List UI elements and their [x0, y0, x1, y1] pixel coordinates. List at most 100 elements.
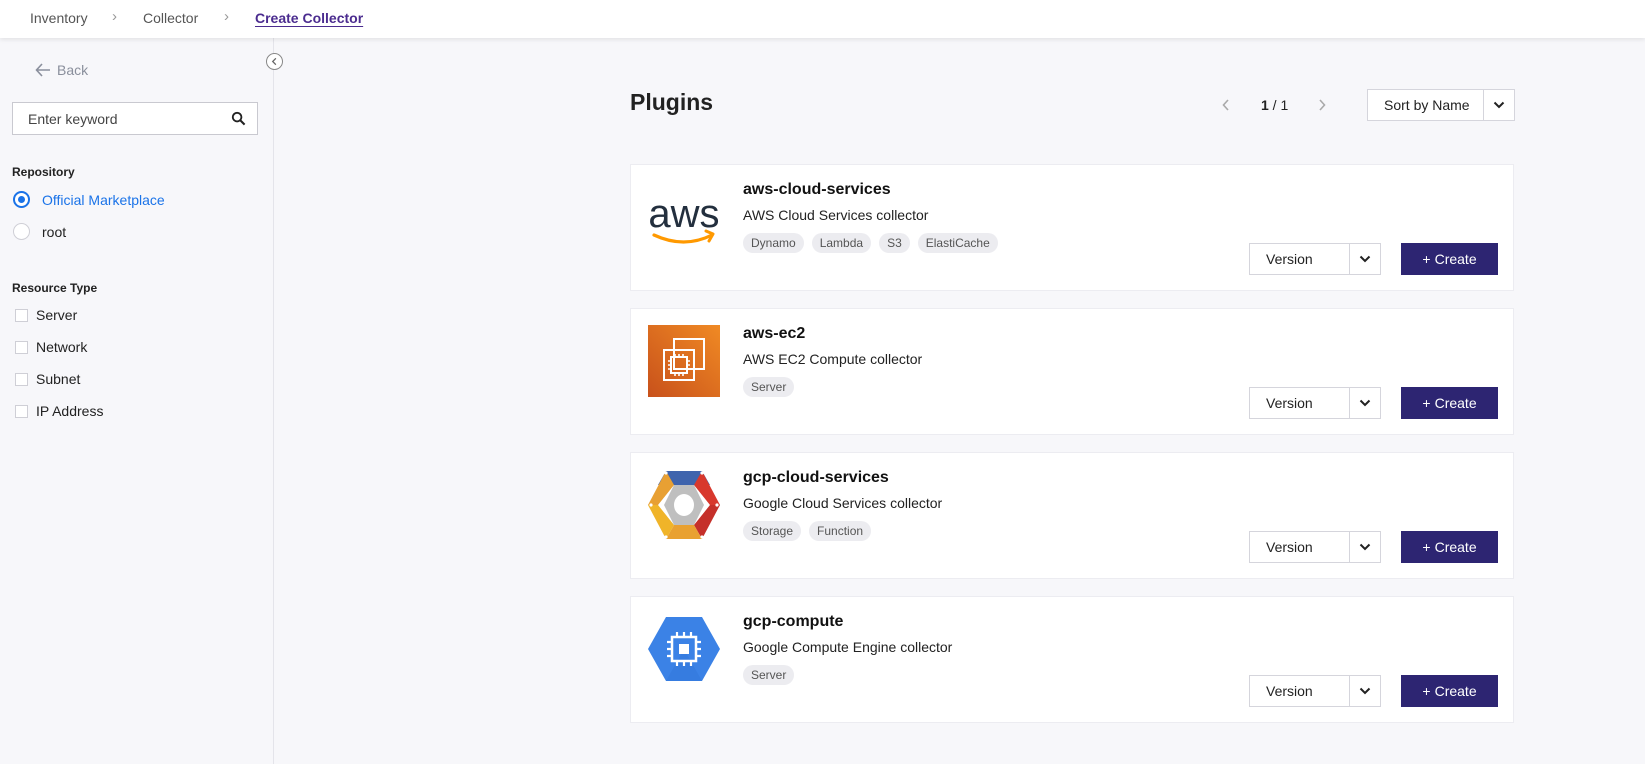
create-button[interactable]: + Create — [1401, 675, 1498, 707]
pager-separator: / — [1268, 97, 1281, 113]
plugin-tags: Dynamo Lambda S3 ElastiCache — [743, 233, 998, 253]
chevron-down-icon[interactable] — [1350, 244, 1380, 274]
chevron-down-icon[interactable] — [1350, 676, 1380, 706]
repository-label: root — [42, 223, 67, 240]
chevron-left-icon — [1222, 99, 1229, 111]
search-icon[interactable] — [219, 103, 257, 134]
resource-type-server[interactable]: Server — [15, 307, 77, 323]
resource-type-label: IP Address — [36, 403, 104, 419]
plus-icon: + — [1422, 251, 1431, 267]
resource-type-network[interactable]: Network — [15, 339, 87, 355]
plugin-tags: Server — [743, 665, 795, 685]
sort-dropdown[interactable]: Sort by Name — [1367, 89, 1515, 121]
breadcrumb-create-collector[interactable]: Create Collector — [255, 10, 363, 26]
pager-prev-button[interactable] — [1217, 96, 1235, 114]
plugin-tags: Storage Function — [743, 521, 872, 541]
version-label: Version — [1250, 676, 1350, 706]
plugin-tag: Storage — [743, 521, 802, 541]
create-button[interactable]: + Create — [1401, 243, 1498, 275]
plugin-name: gcp-compute — [743, 613, 844, 630]
chevron-right-icon — [1319, 99, 1326, 111]
repository-option-official-marketplace[interactable]: Official Marketplace — [13, 191, 165, 208]
checkbox[interactable] — [15, 308, 28, 322]
version-label: Version — [1250, 244, 1350, 274]
chevron-down-icon[interactable] — [1484, 90, 1514, 120]
sort-label: Sort by Name — [1368, 90, 1484, 120]
version-label: Version — [1250, 532, 1350, 562]
create-label: Create — [1434, 251, 1477, 267]
plugin-card: aws-ec2 AWS EC2 Compute collector Server… — [630, 308, 1514, 435]
sidebar-collapse-button[interactable] — [266, 53, 283, 70]
search-box — [12, 102, 258, 135]
create-button[interactable]: + Create — [1401, 531, 1498, 563]
resource-type-title: Resource Type — [12, 281, 98, 295]
breadcrumb-separator-icon: › — [112, 8, 117, 25]
plugin-tag: Dynamo — [743, 233, 804, 253]
resource-type-label: Subnet — [36, 371, 81, 387]
chevron-left-icon — [271, 57, 277, 66]
plugin-description: Google Cloud Services collector — [743, 495, 943, 511]
plus-icon: + — [1422, 395, 1431, 411]
repository-label: Official Marketplace — [42, 191, 165, 208]
resource-type-label: Server — [36, 307, 78, 323]
version-dropdown[interactable]: Version — [1249, 675, 1381, 707]
breadcrumb-collector[interactable]: Collector — [143, 10, 198, 26]
resource-type-subnet[interactable]: Subnet — [15, 371, 80, 387]
resource-type-label: Network — [36, 339, 88, 355]
plugin-tag: Lambda — [811, 233, 872, 253]
plugin-description: AWS Cloud Services collector — [743, 207, 929, 223]
plugin-tag: ElastiCache — [917, 233, 998, 253]
plugin-tag: Server — [743, 665, 795, 685]
create-label: Create — [1434, 395, 1477, 411]
plugin-card: gcp-compute Google Compute Engine collec… — [630, 596, 1514, 723]
checkbox[interactable] — [15, 372, 28, 386]
plugin-name: aws-ec2 — [743, 325, 806, 342]
plugin-description: AWS EC2 Compute collector — [743, 351, 923, 367]
page-title: Plugins — [630, 89, 714, 115]
version-dropdown[interactable]: Version — [1249, 531, 1381, 563]
create-button[interactable]: + Create — [1401, 387, 1498, 419]
back-link[interactable]: Back — [35, 62, 88, 78]
chevron-down-icon[interactable] — [1350, 532, 1380, 562]
search-input[interactable] — [13, 103, 219, 134]
repository-title: Repository — [12, 165, 75, 179]
radio-button[interactable] — [13, 191, 30, 208]
create-label: Create — [1434, 539, 1477, 555]
pager-total: 1 — [1280, 97, 1289, 113]
chevron-down-icon[interactable] — [1350, 388, 1380, 418]
top-bar: Inventory › Collector › Create Collector — [0, 0, 1645, 38]
plugin-name: gcp-cloud-services — [743, 469, 889, 486]
pager-current: 1 — [1261, 97, 1269, 113]
version-dropdown[interactable]: Version — [1249, 387, 1381, 419]
plugin-name: aws-cloud-services — [743, 181, 891, 198]
plugin-description: Google Compute Engine collector — [743, 639, 953, 655]
gcp-compute-icon — [648, 613, 720, 685]
back-label: Back — [57, 62, 89, 78]
plugin-tag: S3 — [879, 233, 910, 253]
pager-indicator: 1 / 1 — [1261, 97, 1288, 113]
version-label: Version — [1250, 388, 1350, 418]
version-dropdown[interactable]: Version — [1249, 243, 1381, 275]
svg-text:aws: aws — [648, 192, 719, 236]
breadcrumb-inventory[interactable]: Inventory — [30, 10, 88, 26]
create-label: Create — [1434, 683, 1477, 699]
repository-option-root[interactable]: root — [13, 223, 66, 240]
plugin-tag: Function — [809, 521, 872, 541]
plus-icon: + — [1422, 683, 1431, 699]
plugin-card: gcp-cloud-services Google Cloud Services… — [630, 452, 1514, 579]
pager-next-button[interactable] — [1313, 96, 1331, 114]
gcp-cloud-services-icon — [648, 469, 720, 541]
sidebar: Back Repository Official Marketplace roo… — [0, 38, 274, 764]
resource-type-ip-address[interactable]: IP Address — [15, 403, 103, 419]
plus-icon: + — [1422, 539, 1431, 555]
plugin-tag: Server — [743, 377, 795, 397]
checkbox[interactable] — [15, 404, 28, 418]
checkbox[interactable] — [15, 340, 28, 354]
aws-ec2-icon — [648, 325, 720, 397]
plugin-card: aws aws-cloud-services AWS Cloud Service… — [630, 164, 1514, 291]
radio-button[interactable] — [13, 223, 30, 240]
breadcrumb-separator-icon: › — [224, 8, 229, 25]
arrow-left-icon — [35, 63, 50, 77]
aws-logo-icon: aws — [648, 181, 720, 253]
plugin-tags: Server — [743, 377, 795, 397]
